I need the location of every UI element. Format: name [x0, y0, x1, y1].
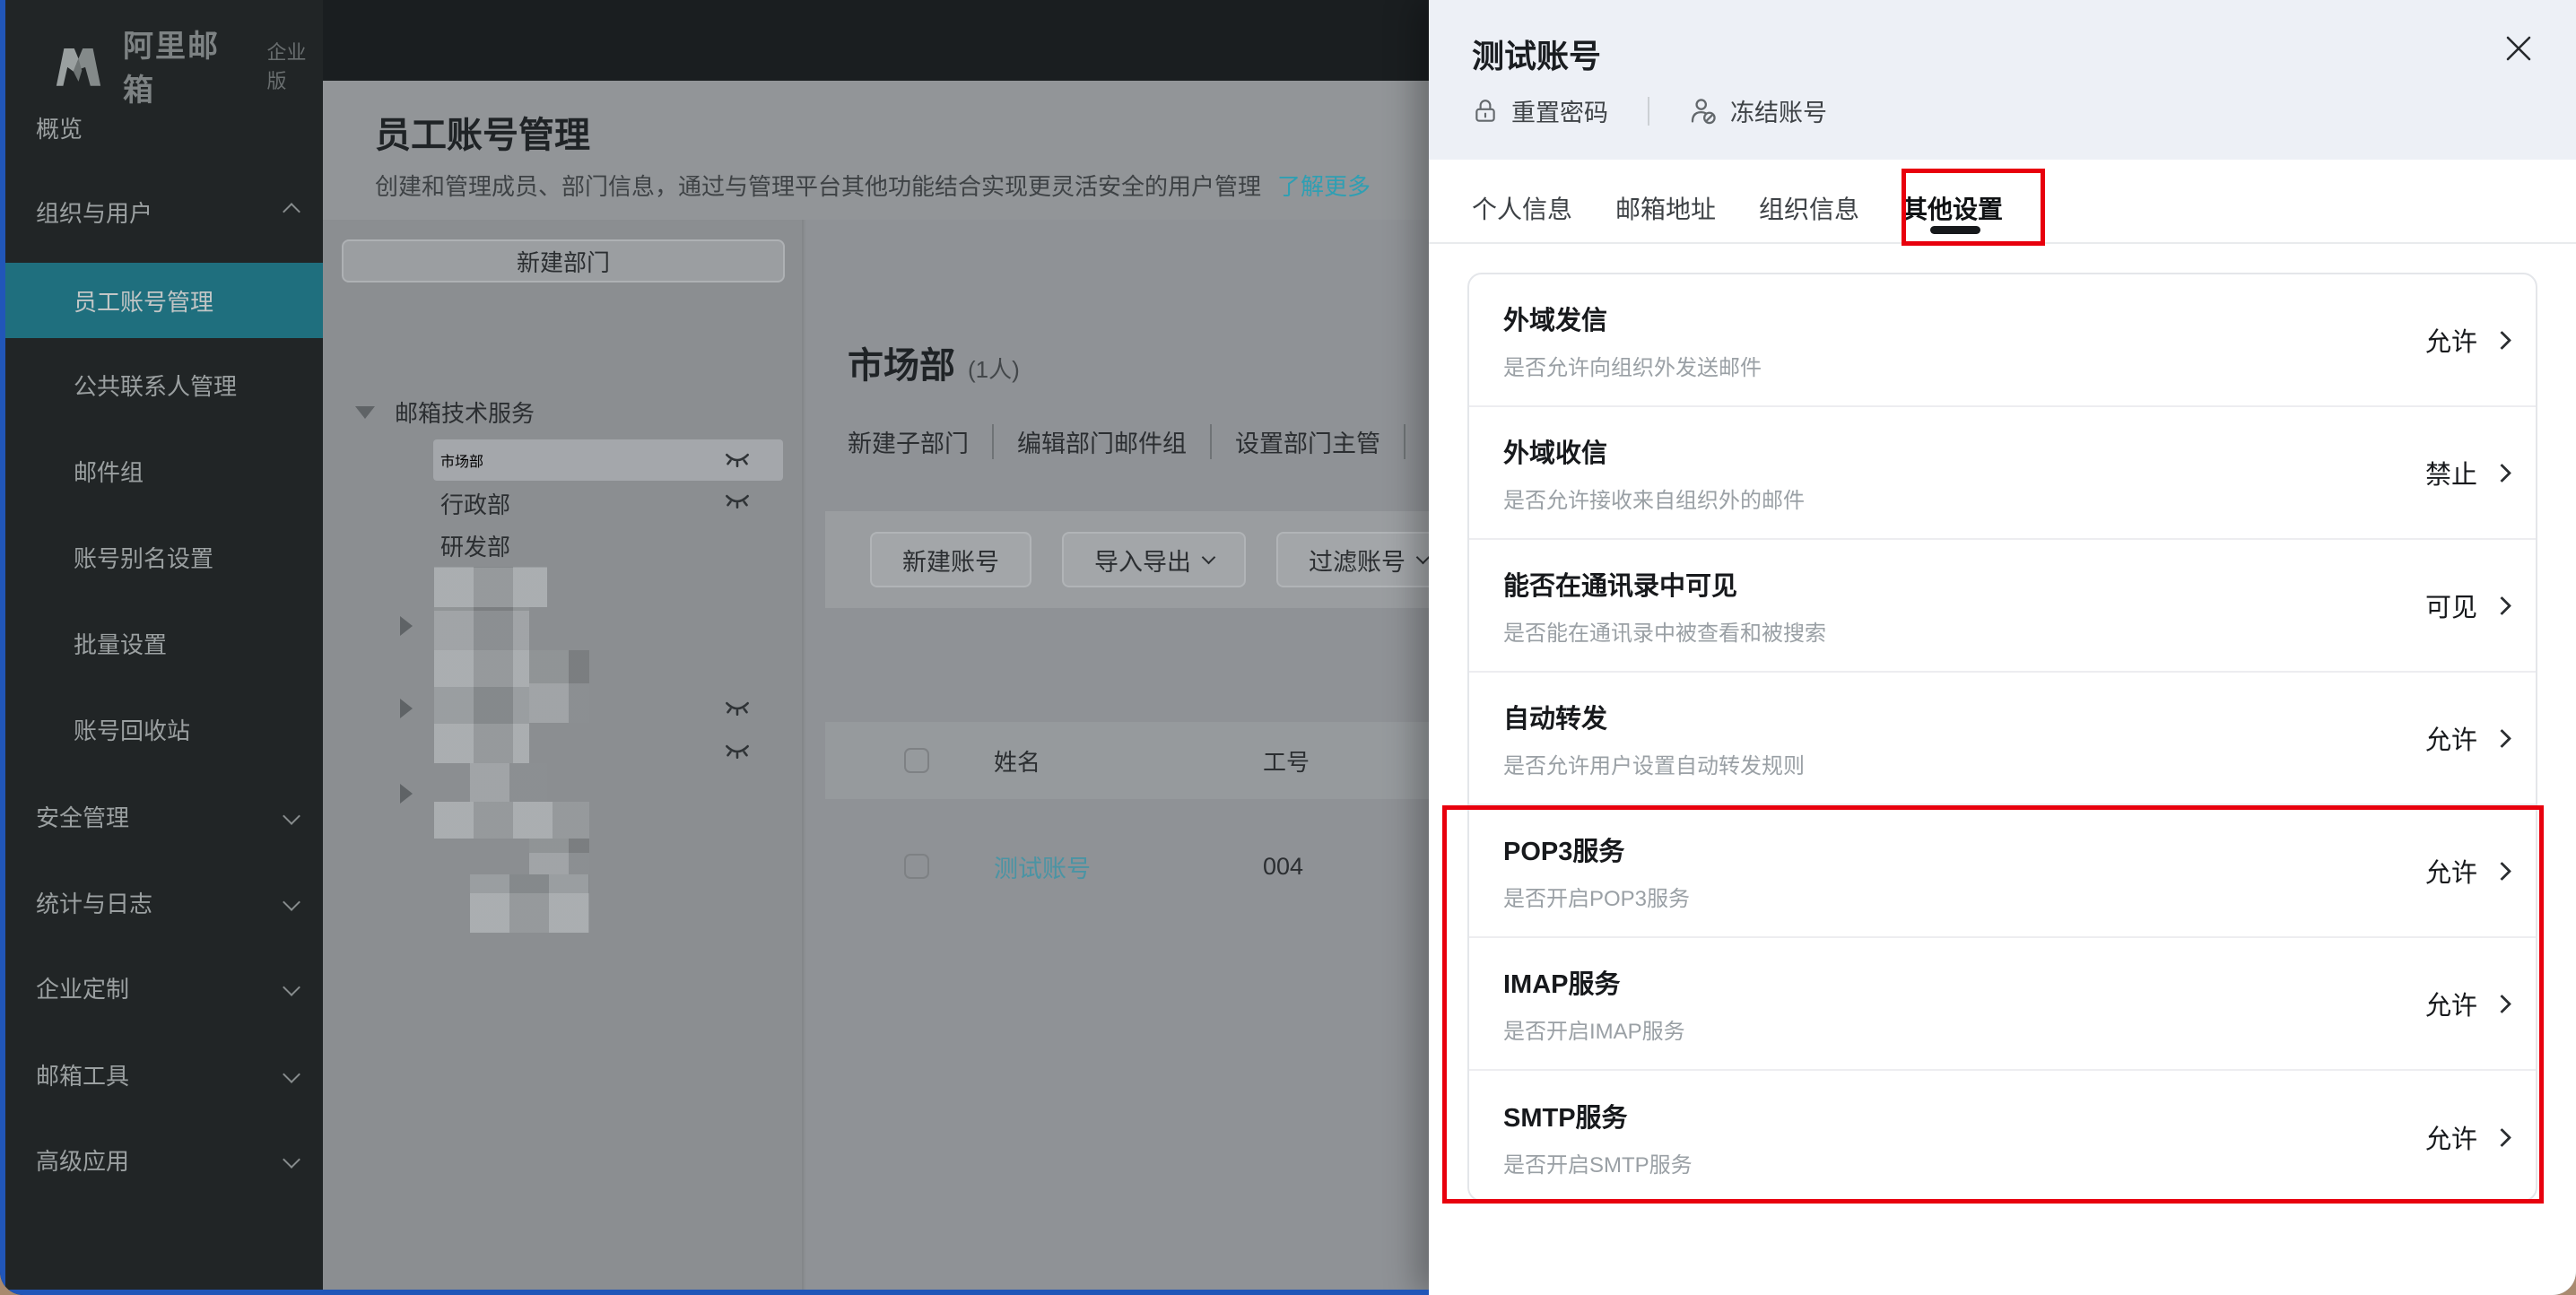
sidebar-item-stats-logs[interactable]: 统计与日志	[0, 865, 323, 940]
chevron-right-icon	[2493, 330, 2511, 349]
annotation-border-left	[0, 0, 5, 1295]
department-tree-panel: 新建部门 邮箱技术服务 市场部 行政部 研发部	[323, 220, 804, 1295]
chevron-down-icon	[283, 1151, 300, 1169]
annotation-border-bottom	[0, 1290, 1429, 1295]
chevron-right-icon	[2493, 463, 2511, 482]
caret-right-icon[interactable]	[400, 784, 413, 804]
tab-mail-address[interactable]: 邮箱地址	[1615, 190, 1716, 231]
setting-value: 允许	[2425, 719, 2477, 757]
redacted-department	[470, 874, 589, 933]
lock-icon	[1472, 98, 1499, 125]
user-prohibit-icon	[1689, 97, 1718, 126]
divider	[1648, 97, 1649, 126]
chevron-right-icon	[2493, 728, 2511, 747]
setting-row-external-send[interactable]: 外域发信 是否允许向组织外发送邮件 允许	[1469, 274, 2536, 407]
sidebar: 阿里邮箱 企业版 概览 组织与用户 员工账号管理 公共联系人管理 邮件组 账号别…	[0, 0, 323, 1295]
sidebar-item-alias-settings[interactable]: 账号别名设置	[0, 519, 323, 595]
redacted-department	[529, 650, 589, 723]
tab-org-info[interactable]: 组织信息	[1759, 190, 1859, 231]
setting-row-visible-in-contacts[interactable]: 能否在通讯录中可见 是否能在通讯录中被查看和被搜索 可见	[1469, 540, 2536, 673]
drawer-header: 测试账号 重置密码	[1429, 0, 2576, 160]
account-name-link[interactable]: 测试账号	[994, 849, 1263, 884]
redacted-department	[434, 567, 547, 607]
setting-value: 可见	[2425, 587, 2477, 624]
sidebar-item-mail-groups[interactable]: 邮件组	[0, 433, 323, 508]
redacted-department	[434, 802, 589, 839]
setting-row-external-receive[interactable]: 外域收信 是否允许接收来自组织外的邮件 禁止	[1469, 407, 2536, 540]
caret-right-icon[interactable]	[400, 699, 413, 718]
import-export-button[interactable]: 导入导出	[1062, 532, 1246, 587]
chevron-down-icon	[283, 1065, 300, 1083]
caret-right-icon[interactable]	[400, 616, 413, 636]
sidebar-item-org-users[interactable]: 组织与用户	[0, 174, 323, 249]
tab-personal-info[interactable]: 个人信息	[1472, 190, 1572, 231]
closed-eye-icon[interactable]	[725, 492, 750, 510]
sidebar-item-employee-accounts[interactable]: 员工账号管理	[0, 263, 323, 338]
redacted-department	[470, 763, 547, 802]
new-subdept-link[interactable]: 新建子部门	[848, 424, 994, 459]
row-checkbox[interactable]	[904, 854, 929, 879]
tree-item[interactable]: 行政部	[440, 487, 510, 520]
sidebar-item-advanced-apps[interactable]: 高级应用	[0, 1122, 323, 1197]
reset-password-button[interactable]: 重置密码	[1472, 93, 1608, 128]
setting-value: 允许	[2425, 321, 2477, 359]
closed-eye-icon[interactable]	[725, 700, 750, 717]
sidebar-item-mail-tools[interactable]: 邮箱工具	[0, 1037, 323, 1112]
page-title: 员工账号管理	[375, 106, 590, 158]
chevron-down-icon	[283, 807, 300, 825]
department-title: 市场部 (1人)	[848, 336, 1020, 388]
chevron-right-icon	[2493, 595, 2511, 614]
redacted-department	[434, 687, 529, 763]
sidebar-item-batch-settings[interactable]: 批量设置	[0, 605, 323, 681]
sidebar-item-recycle-bin[interactable]: 账号回收站	[0, 691, 323, 767]
new-account-button[interactable]: 新建账号	[870, 532, 1031, 587]
sidebar-item-enterprise-custom[interactable]: 企业定制	[0, 950, 323, 1025]
chevron-down-icon	[283, 978, 300, 996]
chevron-down-icon	[1202, 550, 1216, 564]
setting-value: 禁止	[2425, 454, 2477, 491]
alimail-m-logo-icon	[54, 44, 103, 87]
brand-edition: 企业版	[266, 37, 323, 94]
column-name: 姓名	[994, 744, 1263, 778]
annotation-box-service-settings	[1442, 805, 2544, 1204]
drawer-title: 测试账号	[1472, 30, 1601, 77]
new-department-button[interactable]: 新建部门	[342, 239, 785, 282]
sidebar-item-security[interactable]: 安全管理	[0, 778, 323, 854]
closed-eye-icon[interactable]	[725, 743, 750, 760]
set-dept-manager-link[interactable]: 设置部门主管	[1212, 424, 1405, 459]
chevron-down-icon	[1416, 550, 1431, 564]
tree-root-item[interactable]: 邮箱技术服务	[355, 395, 535, 429]
chevron-down-icon	[283, 893, 300, 911]
sidebar-item-public-contacts[interactable]: 公共联系人管理	[0, 347, 323, 422]
edit-dept-mailgroup-link[interactable]: 编辑部门邮件组	[994, 424, 1212, 459]
annotation-box-other-settings-tab	[1902, 169, 2045, 246]
caret-down-icon[interactable]	[355, 406, 375, 419]
select-all-checkbox[interactable]	[904, 748, 929, 773]
member-count: (1人)	[968, 352, 1020, 385]
close-icon[interactable]	[2501, 30, 2537, 66]
tree-item[interactable]: 研发部	[440, 529, 510, 562]
app-window: 阿里邮箱 企业版 概览 组织与用户 员工账号管理 公共联系人管理 邮件组 账号别…	[0, 0, 2576, 1295]
freeze-account-button[interactable]: 冻结账号	[1689, 93, 1827, 128]
setting-row-auto-forward[interactable]: 自动转发 是否允许用户设置自动转发规则 允许	[1469, 673, 2536, 805]
learn-more-link[interactable]: 了解更多	[1277, 173, 1371, 200]
closed-eye-icon[interactable]	[725, 451, 750, 469]
sidebar-item-overview[interactable]: 概览	[0, 90, 323, 165]
redacted-department	[434, 607, 529, 650]
page-description: 创建和管理成员、部门信息，通过与管理平台其他功能结合实现更灵活安全的用户管理了解…	[375, 169, 1371, 202]
chevron-up-icon	[283, 203, 300, 221]
drawer-actions: 重置密码 冻结账号	[1472, 93, 1827, 128]
